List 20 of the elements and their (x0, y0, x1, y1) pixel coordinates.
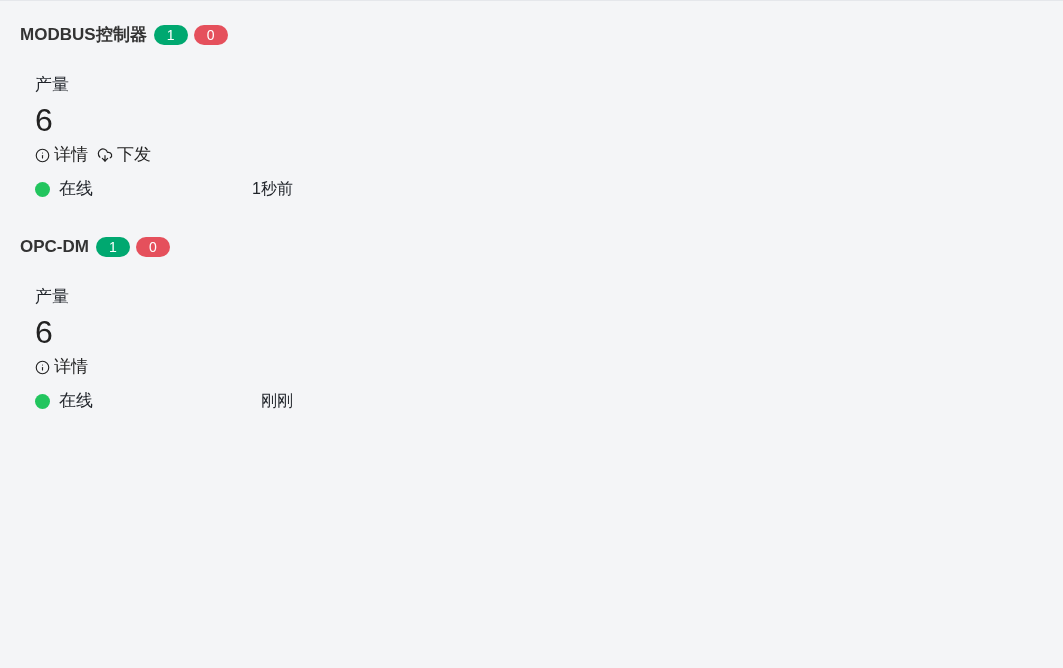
update-time: 刚刚 (261, 391, 293, 411)
status-text: 在线 (59, 390, 93, 413)
status-text: 在线 (59, 178, 93, 201)
group-title: MODBUS控制器 (20, 24, 147, 47)
count-badge: 0 (193, 25, 228, 45)
info-icon (35, 147, 50, 163)
count-badge: 0 (135, 237, 170, 257)
metric-value: 6 (35, 313, 54, 351)
details-link[interactable]: 详情 (35, 354, 88, 380)
metric-label: 产量 (35, 286, 70, 308)
info-icon (35, 359, 50, 375)
details-link[interactable]: 详情 (35, 142, 88, 168)
count-badge: 1 (95, 237, 130, 257)
count-badge: 1 (153, 25, 188, 45)
metric-label: 产量 (35, 74, 70, 96)
group-title: OPC-DM (20, 236, 89, 259)
update-time: 1秒前 (252, 179, 293, 199)
cloud-download-icon (97, 147, 113, 163)
metric-value: 6 (35, 101, 54, 139)
dispatch-link[interactable]: 下发 (97, 142, 151, 168)
